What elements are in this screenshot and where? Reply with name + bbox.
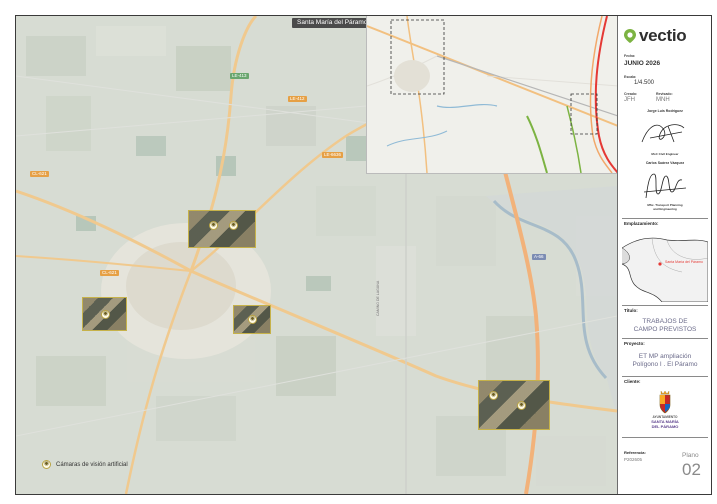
plano-number: 02 bbox=[682, 460, 701, 479]
vectio-logo: vectio bbox=[624, 26, 687, 46]
engineer-1-title: MsC Civil Engineer bbox=[651, 152, 679, 156]
divider bbox=[622, 218, 708, 219]
map-frame: Santa María del Páramo CL-621 LE-413 LE-… bbox=[15, 15, 712, 495]
road-label-cl621-west: CL-621 bbox=[30, 171, 49, 177]
proyecto-label: Proyecto: bbox=[624, 341, 645, 346]
camera-icon: ◉ bbox=[517, 401, 526, 410]
referencia-value: P202605 bbox=[624, 457, 643, 462]
road-label-le413: LE-413 bbox=[230, 73, 249, 79]
creado-value: JFH bbox=[624, 97, 635, 103]
referencia-label: Referencia: bbox=[624, 450, 646, 455]
proyecto-line2: Polígono I . El Páramo bbox=[632, 361, 698, 368]
fecha-label: Fecha: bbox=[624, 54, 636, 58]
engineer-2-title-line2: and Engineering bbox=[653, 207, 677, 211]
signature-2 bbox=[643, 173, 687, 199]
location-pin-icon bbox=[624, 29, 636, 43]
plano-label: Plano bbox=[682, 452, 699, 459]
cliente-line3: DEL PÁRAMO bbox=[651, 424, 679, 429]
camera-site-west[interactable]: ◉ bbox=[82, 297, 127, 331]
camera-icon: ◉ bbox=[42, 460, 51, 469]
coat-of-arms bbox=[659, 390, 671, 414]
inset-map-base bbox=[367, 16, 617, 173]
road-label-le412: LE-412 bbox=[288, 96, 307, 102]
logo-text: vectio bbox=[639, 26, 687, 45]
proyecto-line1: ET MP ampliación bbox=[638, 353, 692, 360]
camera-icon: ◉ bbox=[101, 310, 110, 319]
camera-icon: ◉ bbox=[489, 391, 498, 400]
emplazamiento-label: Emplazamiento: bbox=[624, 221, 659, 226]
titulo-line2: CAMPO PREVISTOS bbox=[633, 326, 697, 333]
titulo-line1: TRABAJOS DE bbox=[642, 318, 688, 325]
cliente-label: Cliente: bbox=[624, 379, 641, 384]
camera-site-north[interactable]: ◉ ◉ bbox=[188, 210, 256, 248]
divider bbox=[622, 376, 708, 377]
revisado-label: Revisado: bbox=[656, 92, 673, 96]
fecha-value: JUNIO 2026 bbox=[624, 60, 661, 67]
map-sheet: Santa María del Páramo CL-621 LE-413 LE-… bbox=[0, 0, 717, 504]
engineer-1-name: Jorge Luis Rodríguez bbox=[647, 109, 683, 113]
map-legend: ◉ Cámaras de visión artificial bbox=[42, 460, 128, 469]
camera-site-industrial[interactable]: ◉ ◉ bbox=[478, 380, 550, 430]
revisado-value: MNH bbox=[656, 97, 670, 103]
road-label-le6636: LE-6636 bbox=[322, 152, 344, 158]
title-block: vectio Fecha: JUNIO 2026 Escala: 1/4.500… bbox=[617, 16, 711, 494]
camera-site-east[interactable]: ◉ bbox=[233, 305, 271, 334]
titulo-label: Título: bbox=[624, 308, 638, 313]
divider bbox=[622, 437, 708, 438]
camera-icon: ◉ bbox=[209, 221, 218, 230]
escala-value: 1/4.500 bbox=[634, 80, 655, 86]
creado-label: Creado: bbox=[624, 92, 638, 96]
engineer-2-name: Carlos Suárez Vázquez bbox=[645, 161, 685, 165]
road-label-cl621-south: CL-621 bbox=[100, 270, 119, 276]
divider bbox=[622, 338, 708, 339]
inset-map[interactable] bbox=[366, 16, 617, 174]
location-map-label: Santa María del Páramo bbox=[665, 260, 703, 264]
road-label-a66: A-66 bbox=[532, 254, 546, 260]
location-map bbox=[622, 228, 708, 302]
signature-1 bbox=[641, 124, 685, 143]
main-map[interactable]: Santa María del Páramo CL-621 LE-413 LE-… bbox=[16, 16, 617, 494]
divider bbox=[622, 305, 708, 306]
legend-label: Cámaras de visión artificial bbox=[56, 461, 128, 468]
camera-icon: ◉ bbox=[229, 221, 238, 230]
escala-label: Escala: bbox=[624, 75, 637, 79]
map-title-badge: Santa María del Páramo bbox=[292, 18, 373, 28]
vertical-road-label: CAMINO DE LAGUNA bbox=[376, 280, 380, 316]
camera-icon: ◉ bbox=[248, 315, 257, 324]
